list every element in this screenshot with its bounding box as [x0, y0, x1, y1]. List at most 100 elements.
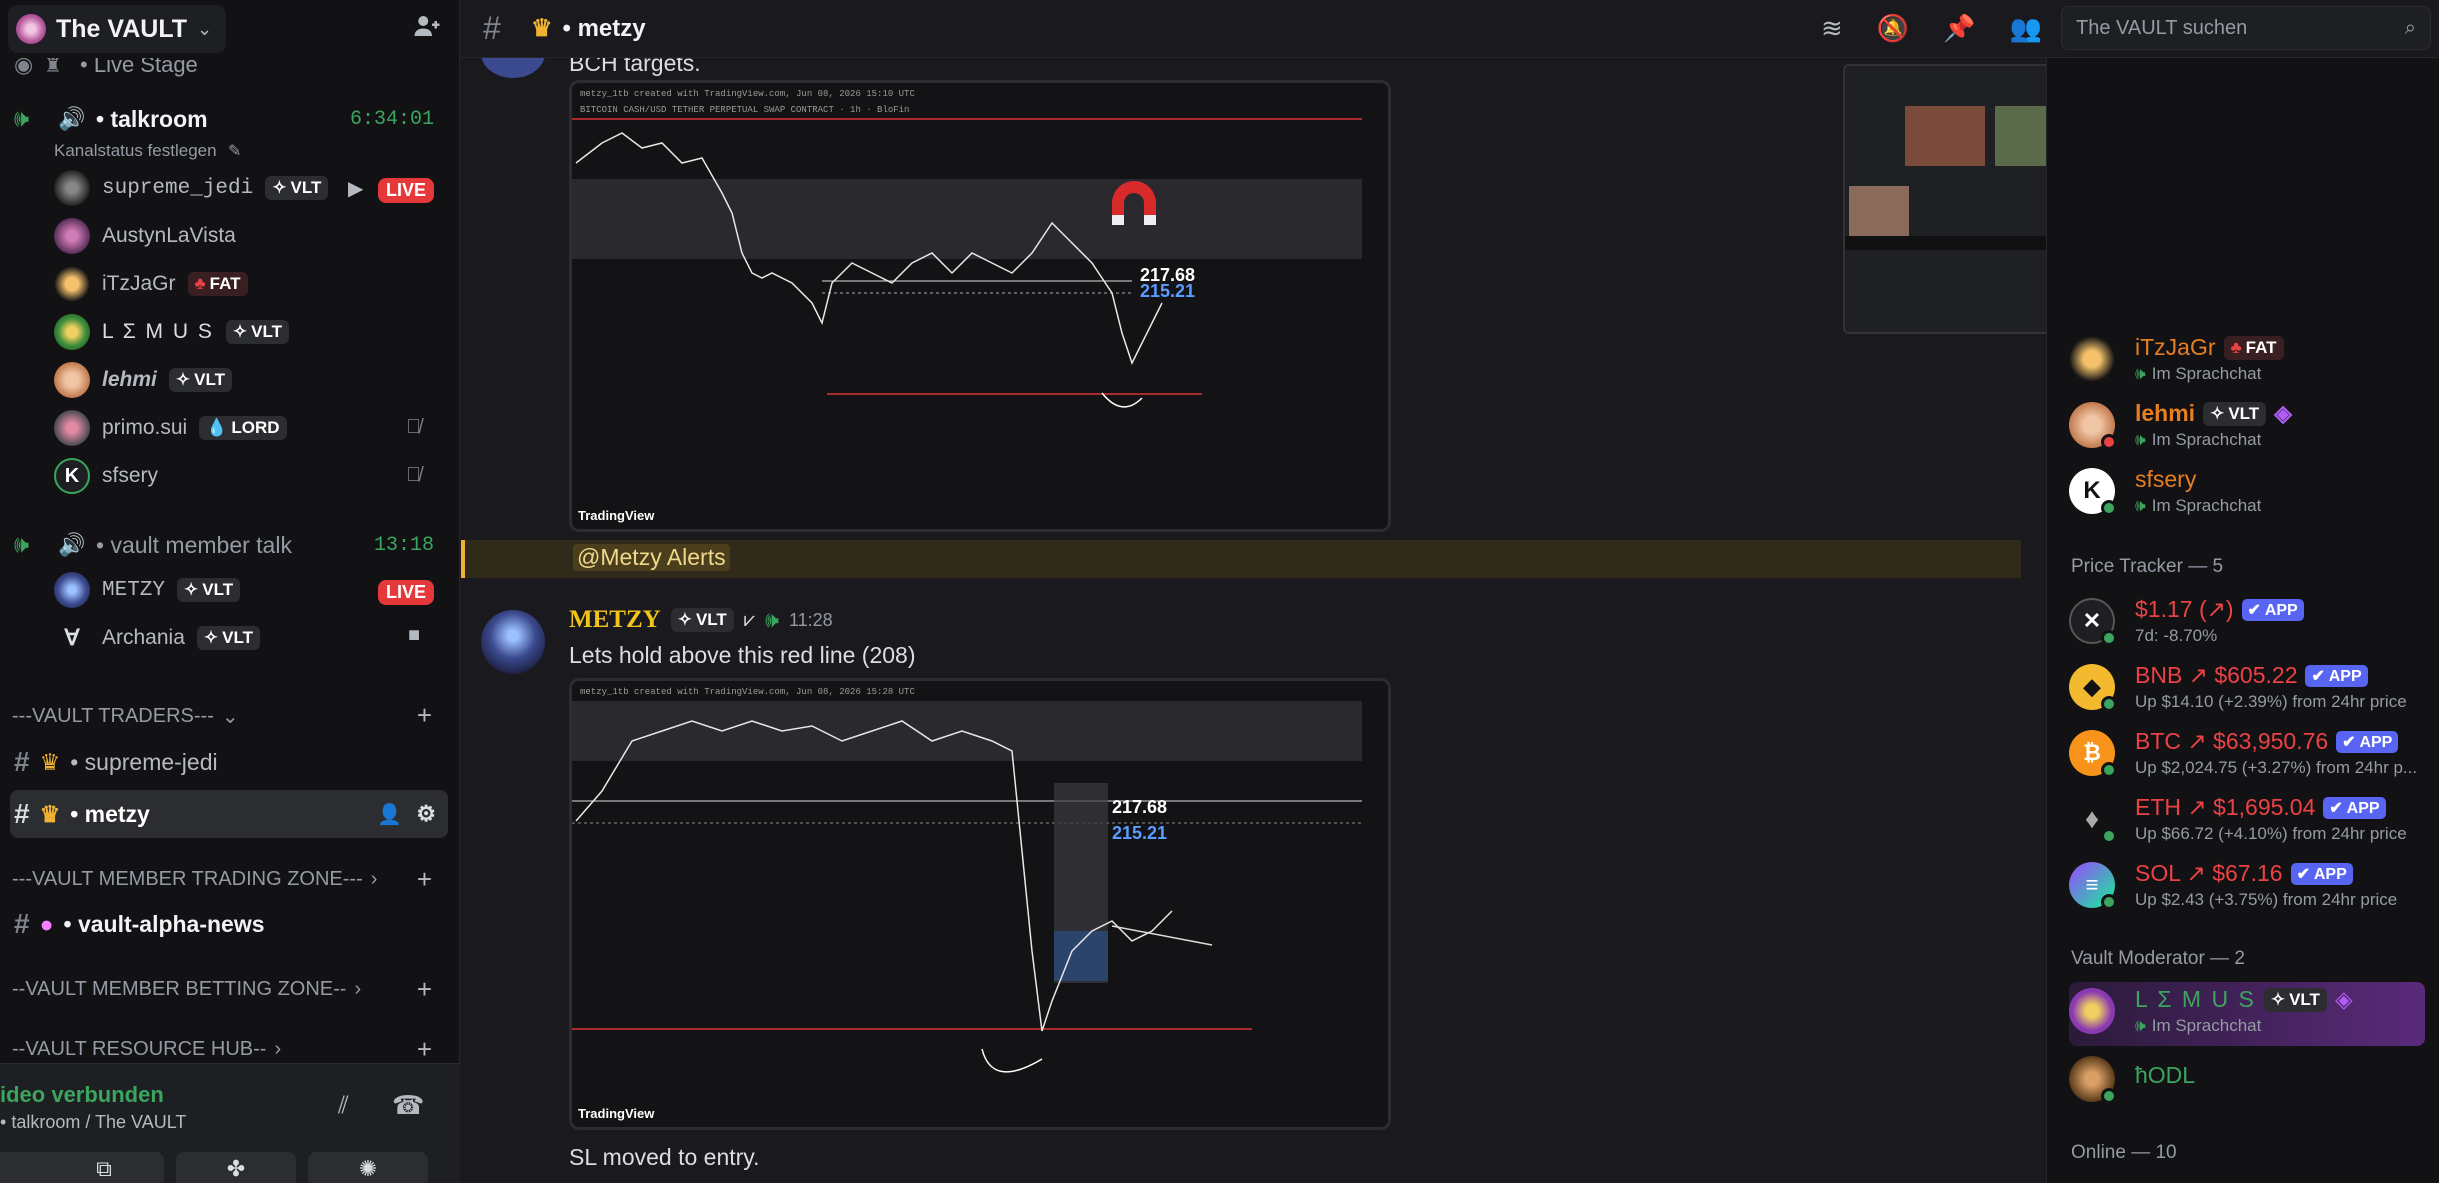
screen-share-button[interactable]: ⧉	[44, 1152, 164, 1183]
member-list-icon[interactable]: 👥	[2010, 13, 2042, 44]
avatar	[54, 218, 90, 254]
online-status-icon	[2101, 762, 2117, 778]
avatar	[2069, 336, 2115, 382]
invite-people-icon[interactable]	[412, 11, 442, 48]
droplet-icon: 💧	[206, 418, 228, 437]
trophy-icon: ♜	[44, 58, 62, 77]
brain-icon: ●	[39, 910, 54, 937]
disconnect-icon[interactable]: ☎	[392, 1090, 424, 1121]
member-name: BNB ↗ $605.22	[2135, 662, 2298, 688]
member-status: Up $2.43 (+3.75%) from 24hr price	[2135, 890, 2398, 909]
bot-member-item[interactable]: ◆ BNB ↗ $605.22 ✔ APP Up $14.10 (+2.39%) …	[2069, 658, 2429, 724]
voice-member[interactable]: lehmi ✧ VLT	[54, 362, 232, 398]
search-icon: ⌕	[2404, 16, 2416, 39]
member-item[interactable]: K sfsery 🕪 Im Sprachchat	[2069, 462, 2429, 528]
chevron-right-icon: ›	[354, 978, 362, 1000]
voice-member[interactable]: K sfsery	[54, 458, 158, 494]
member-name: Archania	[102, 626, 185, 649]
crown-icon: ♛	[531, 15, 553, 42]
pencil-icon[interactable]: ✎	[228, 141, 241, 161]
voice-member[interactable]: iTzJaGr ♣ FAT	[54, 266, 248, 302]
online-status-icon	[2101, 828, 2117, 844]
member-item[interactable]: lehmi ✧ VLT ◈ 🕪 Im Sprachchat	[2069, 396, 2429, 462]
voice-connected-icon: 🕪	[14, 531, 30, 558]
message-text: BCH targets.	[569, 58, 701, 76]
member-name: L Σ M U S	[102, 320, 214, 343]
channel-header: # ♛ • metzy ≋ 🔕 📌 👥 The VAULT suchen ⌕	[461, 0, 2439, 58]
hash-icon: #	[14, 746, 30, 777]
author-name[interactable]: METZY	[569, 606, 661, 634]
role-tag: ✧ VLT	[265, 176, 329, 200]
role-mention[interactable]: @Metzy Alerts	[573, 544, 730, 571]
role-tag: ✧ VLT	[2203, 401, 2267, 426]
bot-member-item[interactable]: ≡ SOL ↗ $67.16 ✔ APP Up $2.43 (+3.75%) fr…	[2069, 856, 2429, 922]
chevron-right-icon: ›	[274, 1038, 282, 1058]
gear-icon[interactable]: ⚙	[416, 801, 436, 827]
screen-share-icon: ⧉	[96, 1156, 112, 1181]
role-tag: 💧 LORD	[199, 416, 287, 440]
add-channel-button[interactable]: +	[417, 974, 432, 1005]
server-header: The VAULT ⌄	[0, 0, 460, 58]
activities-button[interactable]: ✤	[176, 1152, 296, 1183]
avatar	[2069, 988, 2115, 1034]
chart-image-2[interactable]: metzy_1tb created with TradingView.com, …	[569, 678, 1391, 1130]
member-item[interactable]: L Σ M U S ✧ VLT ◈ 🕪 Im Sprachchat	[2069, 982, 2425, 1046]
channel-talkroom[interactable]: 🕪 🔊 • talkroom 6:34:01	[0, 102, 460, 136]
author-avatar[interactable]	[481, 610, 545, 674]
server-menu-button[interactable]: The VAULT ⌄	[8, 5, 227, 53]
pin-icon[interactable]: 📌	[1943, 13, 1975, 44]
category-resource-hub[interactable]: --VAULT RESOURCE HUB-- ›	[12, 1038, 281, 1058]
channel-metzy[interactable]: # ♛ • metzy 👤 ⚙	[10, 790, 448, 838]
channel-live-stage[interactable]: ◉ ♜ • Live Stage	[0, 58, 460, 82]
threads-icon[interactable]: ≋	[1821, 13, 1843, 44]
hash-icon: #	[483, 10, 501, 46]
bot-member-item[interactable]: ♦ ETH ↗ $1,695.04 ✔ APP Up $66.72 (+4.10%…	[2069, 790, 2429, 856]
category-betting-zone[interactable]: --VAULT MEMBER BETTING ZONE-- ›	[12, 978, 361, 1001]
level-label: 217.68	[1112, 797, 1167, 817]
member-name: sfsery	[2135, 466, 2197, 492]
member-status: Up $2,024.75 (+3.27%) from 24hr p...	[2135, 758, 2418, 777]
voice-member[interactable]: Ɐ Archania ✧ VLT	[54, 620, 260, 656]
channel-supreme-jedi[interactable]: # ♛ • supreme-jedi	[10, 738, 448, 786]
channel-vault-alpha-news[interactable]: # ● • vault-alpha-news	[10, 900, 448, 948]
member-item[interactable]: iTzJaGr ♣ FAT 🕪 Im Sprachchat	[2069, 330, 2429, 396]
voice-member[interactable]: AustynLaVista	[54, 218, 236, 254]
vlt-icon: ✧	[232, 322, 248, 341]
member-name: BTC ↗ $63,950.76	[2135, 728, 2329, 754]
message-text: SL moved to entry.	[569, 1144, 760, 1170]
voice-member[interactable]: primo.sui 💧 LORD	[54, 410, 287, 446]
chart-image-1[interactable]: metzy_1tb created with TradingView.com, …	[569, 80, 1391, 532]
voice-icon: 🕪	[2135, 430, 2146, 449]
voice-member[interactable]: METZY ✧ VLT	[54, 572, 241, 608]
talkroom-name: talkroom	[110, 105, 208, 132]
invite-icon[interactable]: 👤	[377, 802, 402, 827]
crown-icon: ♛	[39, 748, 61, 775]
vmt-name: vault member talk	[110, 531, 292, 558]
channel-status-link[interactable]: Kanalstatus festlegen	[54, 141, 217, 161]
online-status-icon	[2101, 894, 2117, 910]
bot-member-item[interactable]: ✕ $1.17 (↗) ✔ APP 7d: -8.70%	[2069, 592, 2429, 658]
noise-suppression-icon[interactable]: ⫽	[338, 1092, 349, 1120]
bot-member-item[interactable]: ₿ BTC ↗ $63,950.76 ✔ APP Up $2,024.75 (+3…	[2069, 724, 2429, 790]
voice-member[interactable]: L Σ M U S ✧ VLT	[54, 314, 289, 350]
channel-vault-member-talk[interactable]: 🕪 🔊 • vault member talk 13:18	[0, 528, 460, 562]
add-channel-button[interactable]: +	[417, 864, 432, 895]
channel-title: metzy	[577, 14, 646, 42]
member-item[interactable]: ħODL	[2069, 1050, 2429, 1116]
add-channel-button[interactable]: +	[417, 1034, 432, 1058]
soundboard-button[interactable]: ✺	[308, 1152, 428, 1183]
voice-channel-link[interactable]: talkroom / The VAULT	[11, 1112, 186, 1132]
voice-member[interactable]: supreme_jedi ✧ VLT	[54, 170, 329, 206]
server-name: The VAULT	[56, 14, 188, 43]
server-icon	[16, 14, 46, 44]
soundboard-icon: ✺	[358, 1156, 378, 1181]
category-vault-traders[interactable]: ---VAULT TRADERS--- ⌄	[12, 704, 239, 729]
category-trading-zone[interactable]: ---VAULT MEMBER TRADING ZONE--- ›	[12, 868, 377, 891]
online-status-icon	[2101, 696, 2117, 712]
section-moderators: Vault Moderator — 2	[2071, 948, 2245, 969]
add-channel-button[interactable]: +	[417, 700, 432, 731]
notifications-muted-icon[interactable]: 🔕	[1877, 13, 1909, 44]
member-name: primo.sui	[102, 416, 188, 439]
search-input[interactable]: The VAULT suchen ⌕	[2061, 6, 2431, 50]
voice-icon: 🕪	[765, 607, 779, 632]
